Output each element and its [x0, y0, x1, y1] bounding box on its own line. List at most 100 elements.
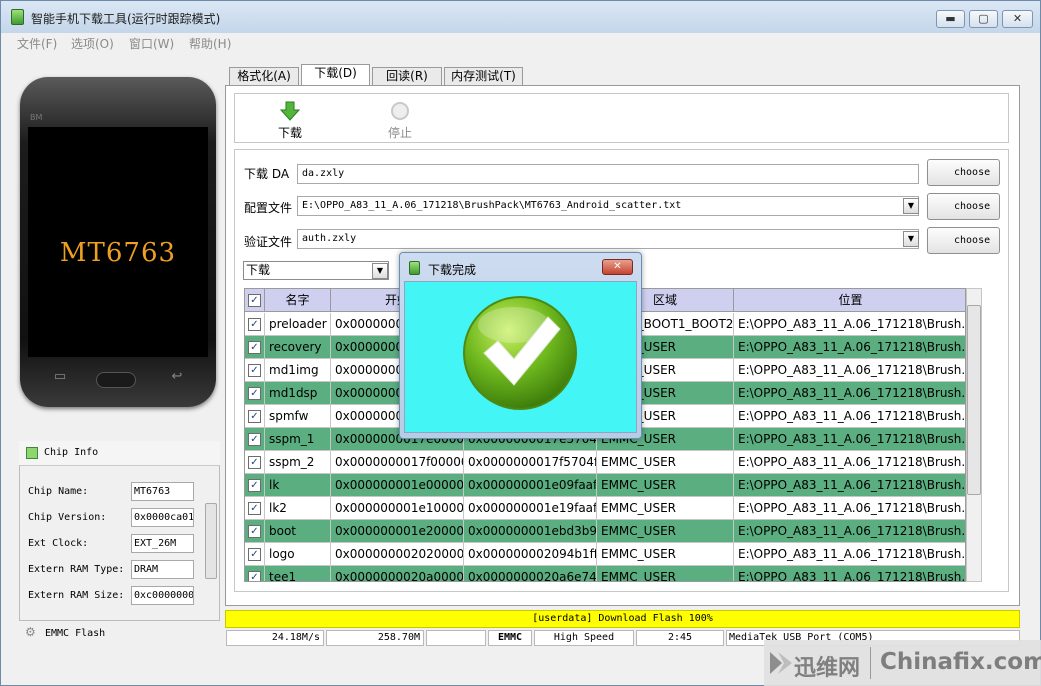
table-row[interactable]: ✓ logo 0x0000000020200000 0x000000002094b1f…: [245, 543, 965, 566]
table-row[interactable]: ✓ tee1 0x0000000020a00000 0x0000000020a6e74…: [245, 566, 966, 582]
maximize-button[interactable]: ▢: [969, 10, 998, 28]
mode-select-value: 下载: [246, 263, 271, 277]
choose-scatter-button[interactable]: choose: [927, 193, 1000, 220]
cell-location: E:\OPPO_A83_11_A.06_171218\Brush...: [738, 501, 966, 515]
cell-checkbox[interactable]: ✓: [245, 543, 265, 566]
gear-icon: ⚙: [25, 625, 36, 639]
choose-da-button[interactable]: choose: [927, 159, 1000, 186]
row-checkbox[interactable]: ✓: [248, 387, 261, 400]
cell-checkbox[interactable]: ✓: [245, 313, 265, 336]
dialog-app-icon: [409, 261, 420, 275]
cell-location: E:\OPPO_A83_11_A.06_171218\Brush...: [738, 478, 966, 492]
phone-back-icon: ↩: [171, 369, 183, 384]
cell-checkbox[interactable]: ✓: [245, 566, 265, 581]
chip-name-field[interactable]: MT6763: [131, 482, 194, 501]
cell-checkbox[interactable]: ✓: [245, 497, 265, 520]
cell-begin: 0x000000001e200000: [331, 520, 464, 543]
scatter-file-field[interactable]: E:\OPPO_A83_11_A.06_171218\BrushPack\MT6…: [297, 196, 919, 216]
watermark-en: Chinafix.com: [880, 649, 1041, 675]
menu-help[interactable]: 帮助(H): [189, 35, 231, 52]
cell-checkbox[interactable]: ✓: [245, 428, 265, 451]
row-checkbox[interactable]: ✓: [248, 571, 261, 581]
cell-checkbox[interactable]: ✓: [245, 336, 265, 359]
row-checkbox[interactable]: ✓: [248, 341, 261, 354]
ext-clock-field[interactable]: EXT_26M: [131, 534, 194, 553]
table-row[interactable]: ✓ lk2 0x000000001e100000 0x000000001e19faaf…: [245, 497, 966, 520]
tab-format[interactable]: 格式化(A): [229, 67, 299, 86]
auth-file-field[interactable]: auth.zxly: [297, 229, 919, 249]
row-checkbox[interactable]: ✓: [248, 525, 261, 538]
row-checkbox[interactable]: ✓: [248, 410, 261, 423]
cell-checkbox[interactable]: ✓: [245, 474, 265, 497]
select-all-cell[interactable]: ✓: [245, 289, 265, 312]
row-checkbox[interactable]: ✓: [248, 456, 261, 469]
table-row[interactable]: ✓ lk 0x000000001e000000 0x000000001e09faaf E…: [245, 474, 966, 497]
cell-end: 0x0000000017f5704f: [464, 451, 597, 474]
col-name[interactable]: 名字: [265, 289, 331, 312]
cell-location: E:\OPPO_A83_11_A.06_171218\Brush...: [738, 570, 966, 582]
chip-info-title: Chip Info: [44, 447, 99, 458]
ram-type-field[interactable]: DRAM: [131, 560, 194, 579]
tab-download[interactable]: 下载(D): [301, 64, 370, 86]
app-phone-icon: [11, 9, 24, 25]
cell-location: E:\OPPO_A83_11_A.06_171218\Brush...: [738, 524, 966, 538]
mode-dropdown-icon[interactable]: ▼: [372, 263, 388, 279]
mode-select[interactable]: 下载: [243, 261, 389, 280]
menu-file[interactable]: 文件(F): [17, 35, 57, 52]
auth-dropdown-icon[interactable]: ▼: [903, 231, 919, 247]
cell-location: E:\OPPO_A83_11_A.06_171218\Brush...: [738, 317, 966, 331]
auth-label: 验证文件: [244, 235, 293, 249]
table-scroll-thumb[interactable]: [967, 305, 981, 495]
table-row[interactable]: ✓ sspm_2 0x0000000017f00000 0x0000000017f57…: [245, 451, 965, 474]
menu-window[interactable]: 窗口(W): [129, 35, 174, 52]
da-label: 下载 DA: [244, 167, 290, 181]
download-arrow-icon[interactable]: [279, 101, 301, 121]
da-file-field[interactable]: da.zxly: [297, 164, 919, 184]
close-button[interactable]: ✕: [1002, 10, 1033, 28]
dialog-title: 下载完成: [428, 263, 477, 277]
cell-checkbox[interactable]: ✓: [245, 359, 265, 382]
cell-checkbox[interactable]: ✓: [245, 520, 265, 543]
table-row[interactable]: ✓ boot 0x000000001e200000 0x000000001ebd3b9…: [245, 520, 966, 543]
chip-info-header[interactable]: Chip Info: [19, 441, 220, 466]
ram-size-field[interactable]: 0xc0000000: [131, 586, 194, 605]
scatter-label: 配置文件: [244, 201, 293, 215]
cell-name: sspm_2: [265, 451, 331, 474]
chip-version-field[interactable]: 0x0000ca01: [131, 508, 194, 527]
tab-memory-test[interactable]: 内存测试(T): [444, 67, 523, 86]
cell-name: preloader: [265, 313, 331, 336]
scatter-dropdown-icon[interactable]: ▼: [903, 198, 919, 214]
row-checkbox[interactable]: ✓: [248, 502, 261, 515]
row-checkbox[interactable]: ✓: [248, 364, 261, 377]
cell-name: boot: [265, 520, 331, 543]
tab-readback[interactable]: 回读(R): [372, 67, 442, 86]
cell-end: 0x000000001e19faaf: [464, 497, 597, 520]
cell-checkbox[interactable]: ✓: [245, 405, 265, 428]
watermark-divider: [870, 647, 871, 679]
cell-checkbox[interactable]: ✓: [245, 382, 265, 405]
col-location[interactable]: 位置: [734, 289, 965, 312]
minimize-button[interactable]: ▬: [936, 10, 965, 28]
cell-region: EMMC_USER: [597, 520, 734, 543]
ram-type-label: Extern RAM Type:: [28, 564, 125, 575]
menu-options[interactable]: 选项(O): [71, 35, 114, 52]
phone-menu-icon: ▭: [53, 369, 67, 384]
row-checkbox[interactable]: ✓: [248, 318, 261, 331]
toolbar: [234, 93, 1009, 143]
download-button-label[interactable]: 下载: [278, 124, 302, 141]
dialog-close-button[interactable]: ✕: [602, 259, 633, 275]
select-all-checkbox[interactable]: ✓: [248, 294, 261, 307]
cell-location: E:\OPPO_A83_11_A.06_171218\Brush...: [738, 432, 966, 446]
cell-checkbox[interactable]: ✓: [245, 451, 265, 474]
row-checkbox[interactable]: ✓: [248, 548, 261, 561]
stop-button-label[interactable]: 停止: [388, 124, 412, 141]
progress-status-bar: [userdata] Download Flash 100%: [225, 610, 1020, 628]
status-size: 258.70M: [326, 630, 424, 646]
emmc-flash-label[interactable]: EMMC Flash: [45, 628, 105, 639]
chip-info-scroll-thumb[interactable]: [205, 503, 217, 579]
row-checkbox[interactable]: ✓: [248, 433, 261, 446]
choose-auth-button[interactable]: choose: [927, 227, 1000, 254]
row-checkbox[interactable]: ✓: [248, 479, 261, 492]
title-bar[interactable]: 智能手机下载工具(运行时跟踪模式) ▬ ▢ ✕: [1, 1, 1040, 33]
stop-icon[interactable]: [391, 102, 409, 120]
